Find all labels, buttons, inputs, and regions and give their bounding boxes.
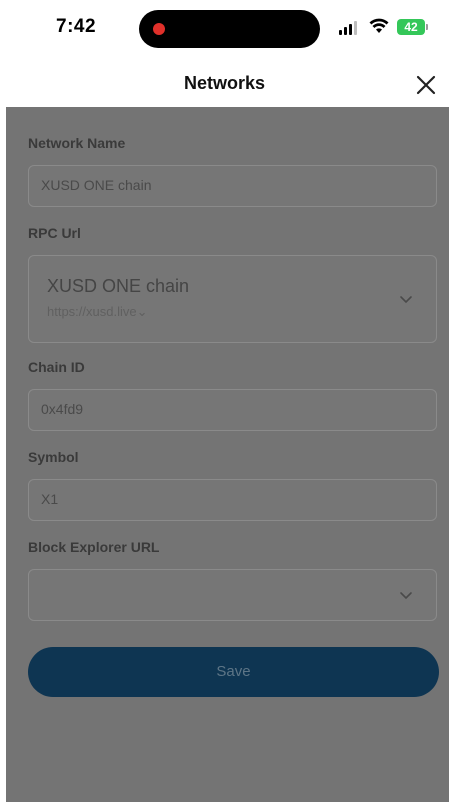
signal-icon (339, 21, 359, 35)
wifi-icon (369, 18, 389, 33)
network-name-input[interactable]: XUSD ONE chain (28, 165, 437, 207)
recording-indicator-icon (153, 23, 165, 35)
status-bar: 7:42 42 (0, 0, 449, 60)
page-title: Networks (183, 73, 266, 93)
nav-header: Networks (0, 60, 449, 107)
symbol-value: X1 (41, 491, 59, 507)
rpc-url-dropdown[interactable]: XUSD ONE chain https://xusd.live⌄ (28, 255, 437, 343)
network-name-value: XUSD ONE chain (41, 177, 152, 193)
block-explorer-label: Block Explorer URL (28, 539, 160, 555)
symbol-label: Symbol (28, 449, 79, 465)
networks-screen: 7:42 42 Networks Network Name XUSD ONE c… (0, 0, 449, 802)
rpc-url-value: https://xusd.live⌄ (47, 304, 148, 319)
chevron-down-icon (400, 296, 412, 304)
rpc-network-name: XUSD ONE chain (47, 276, 190, 296)
close-icon[interactable] (412, 71, 440, 99)
battery-icon: 42 (397, 19, 425, 35)
rpc-url-label: RPC Url (28, 225, 81, 241)
network-form: Network Name XUSD ONE chain RPC Url XUSD… (6, 107, 449, 802)
chain-id-label: Chain ID (28, 359, 85, 375)
chain-id-value: 0x4fd9 (41, 401, 84, 417)
dynamic-island (139, 10, 320, 48)
chevron-down-icon (400, 592, 412, 600)
network-name-label: Network Name (28, 135, 126, 151)
status-time: 7:42 (56, 16, 97, 37)
chain-id-input[interactable]: 0x4fd9 (28, 389, 437, 431)
symbol-input[interactable]: X1 (28, 479, 437, 521)
save-button[interactable]: Save (28, 647, 439, 697)
block-explorer-dropdown[interactable] (28, 569, 437, 621)
battery-cap (426, 24, 428, 30)
